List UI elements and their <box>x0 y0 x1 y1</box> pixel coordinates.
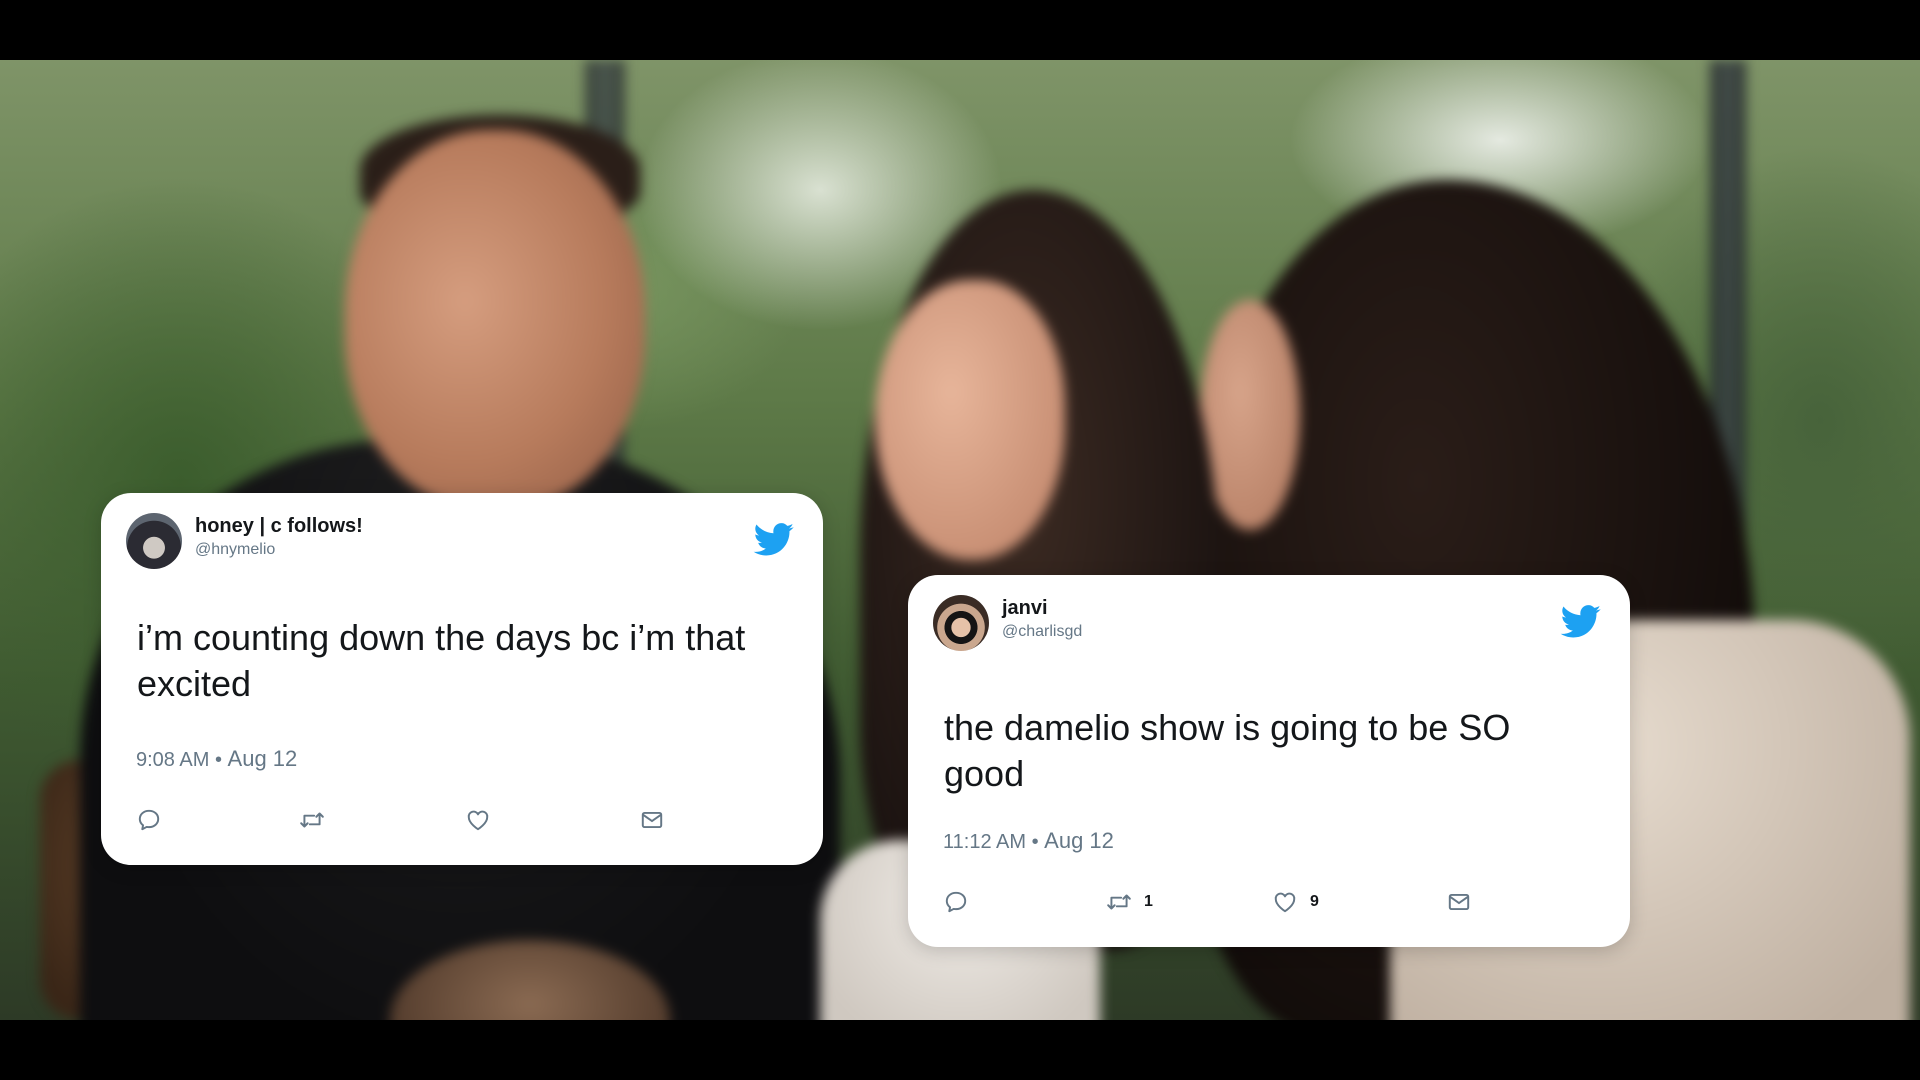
reply-icon <box>138 809 160 831</box>
tweet-time: 9:08 AM <box>136 749 210 771</box>
user-handle[interactable]: @charlisgd <box>1002 623 1082 641</box>
twitter-bird-icon <box>753 523 794 556</box>
tweet-date: Aug 12 <box>227 746 298 771</box>
heart-icon <box>1274 892 1296 913</box>
retweet-icon <box>300 812 324 828</box>
like-button[interactable]: 9 <box>1272 888 1319 916</box>
retweet-button[interactable] <box>299 806 337 834</box>
mail-icon <box>641 811 663 829</box>
twitter-bird-icon <box>1560 605 1601 638</box>
tweet-card: janvi @charlisgd the damelio show is goi… <box>908 575 1630 947</box>
timestamp-separator: • <box>1031 831 1039 853</box>
tweet-time: 11:12 AM <box>943 831 1027 853</box>
display-name[interactable]: honey | c follows! <box>195 515 363 538</box>
reply-button[interactable] <box>136 806 162 834</box>
user-avatar[interactable] <box>126 513 182 569</box>
tweet-card: honey | c follows! @hnymelio i’m countin… <box>101 493 823 865</box>
like-count: 9 <box>1310 893 1319 910</box>
letterbox-top <box>0 0 1920 60</box>
display-name[interactable]: janvi <box>1002 597 1048 620</box>
reply-icon <box>945 891 967 913</box>
retweet-count: 1 <box>1144 893 1153 910</box>
tweet-date: Aug 12 <box>1044 828 1114 853</box>
tweet-text: the damelio show is going to be SO good <box>944 707 1511 794</box>
person-girl-center-face <box>875 280 1065 560</box>
tweet-text: i’m counting down the days bc i’m that e… <box>137 617 746 704</box>
mail-icon <box>1448 893 1470 911</box>
share-button[interactable] <box>639 806 665 834</box>
reply-button[interactable] <box>943 888 969 916</box>
person-man-head <box>345 130 645 510</box>
letterbox-bottom <box>0 1020 1920 1080</box>
video-frame: honey | c follows! @hnymelio i’m countin… <box>0 0 1920 1080</box>
timestamp-separator: • <box>214 749 222 771</box>
tweet-timestamp[interactable]: 11:12 AM • Aug 12 <box>943 828 1114 854</box>
tweet-timestamp[interactable]: 9:08 AM • Aug 12 <box>136 746 297 772</box>
share-button[interactable] <box>1446 888 1472 916</box>
user-handle[interactable]: @hnymelio <box>195 541 275 559</box>
retweet-icon <box>1107 894 1131 910</box>
user-avatar[interactable] <box>933 595 989 651</box>
retweet-button[interactable]: 1 <box>1106 888 1153 916</box>
like-button[interactable] <box>465 806 503 834</box>
heart-icon <box>467 810 489 831</box>
